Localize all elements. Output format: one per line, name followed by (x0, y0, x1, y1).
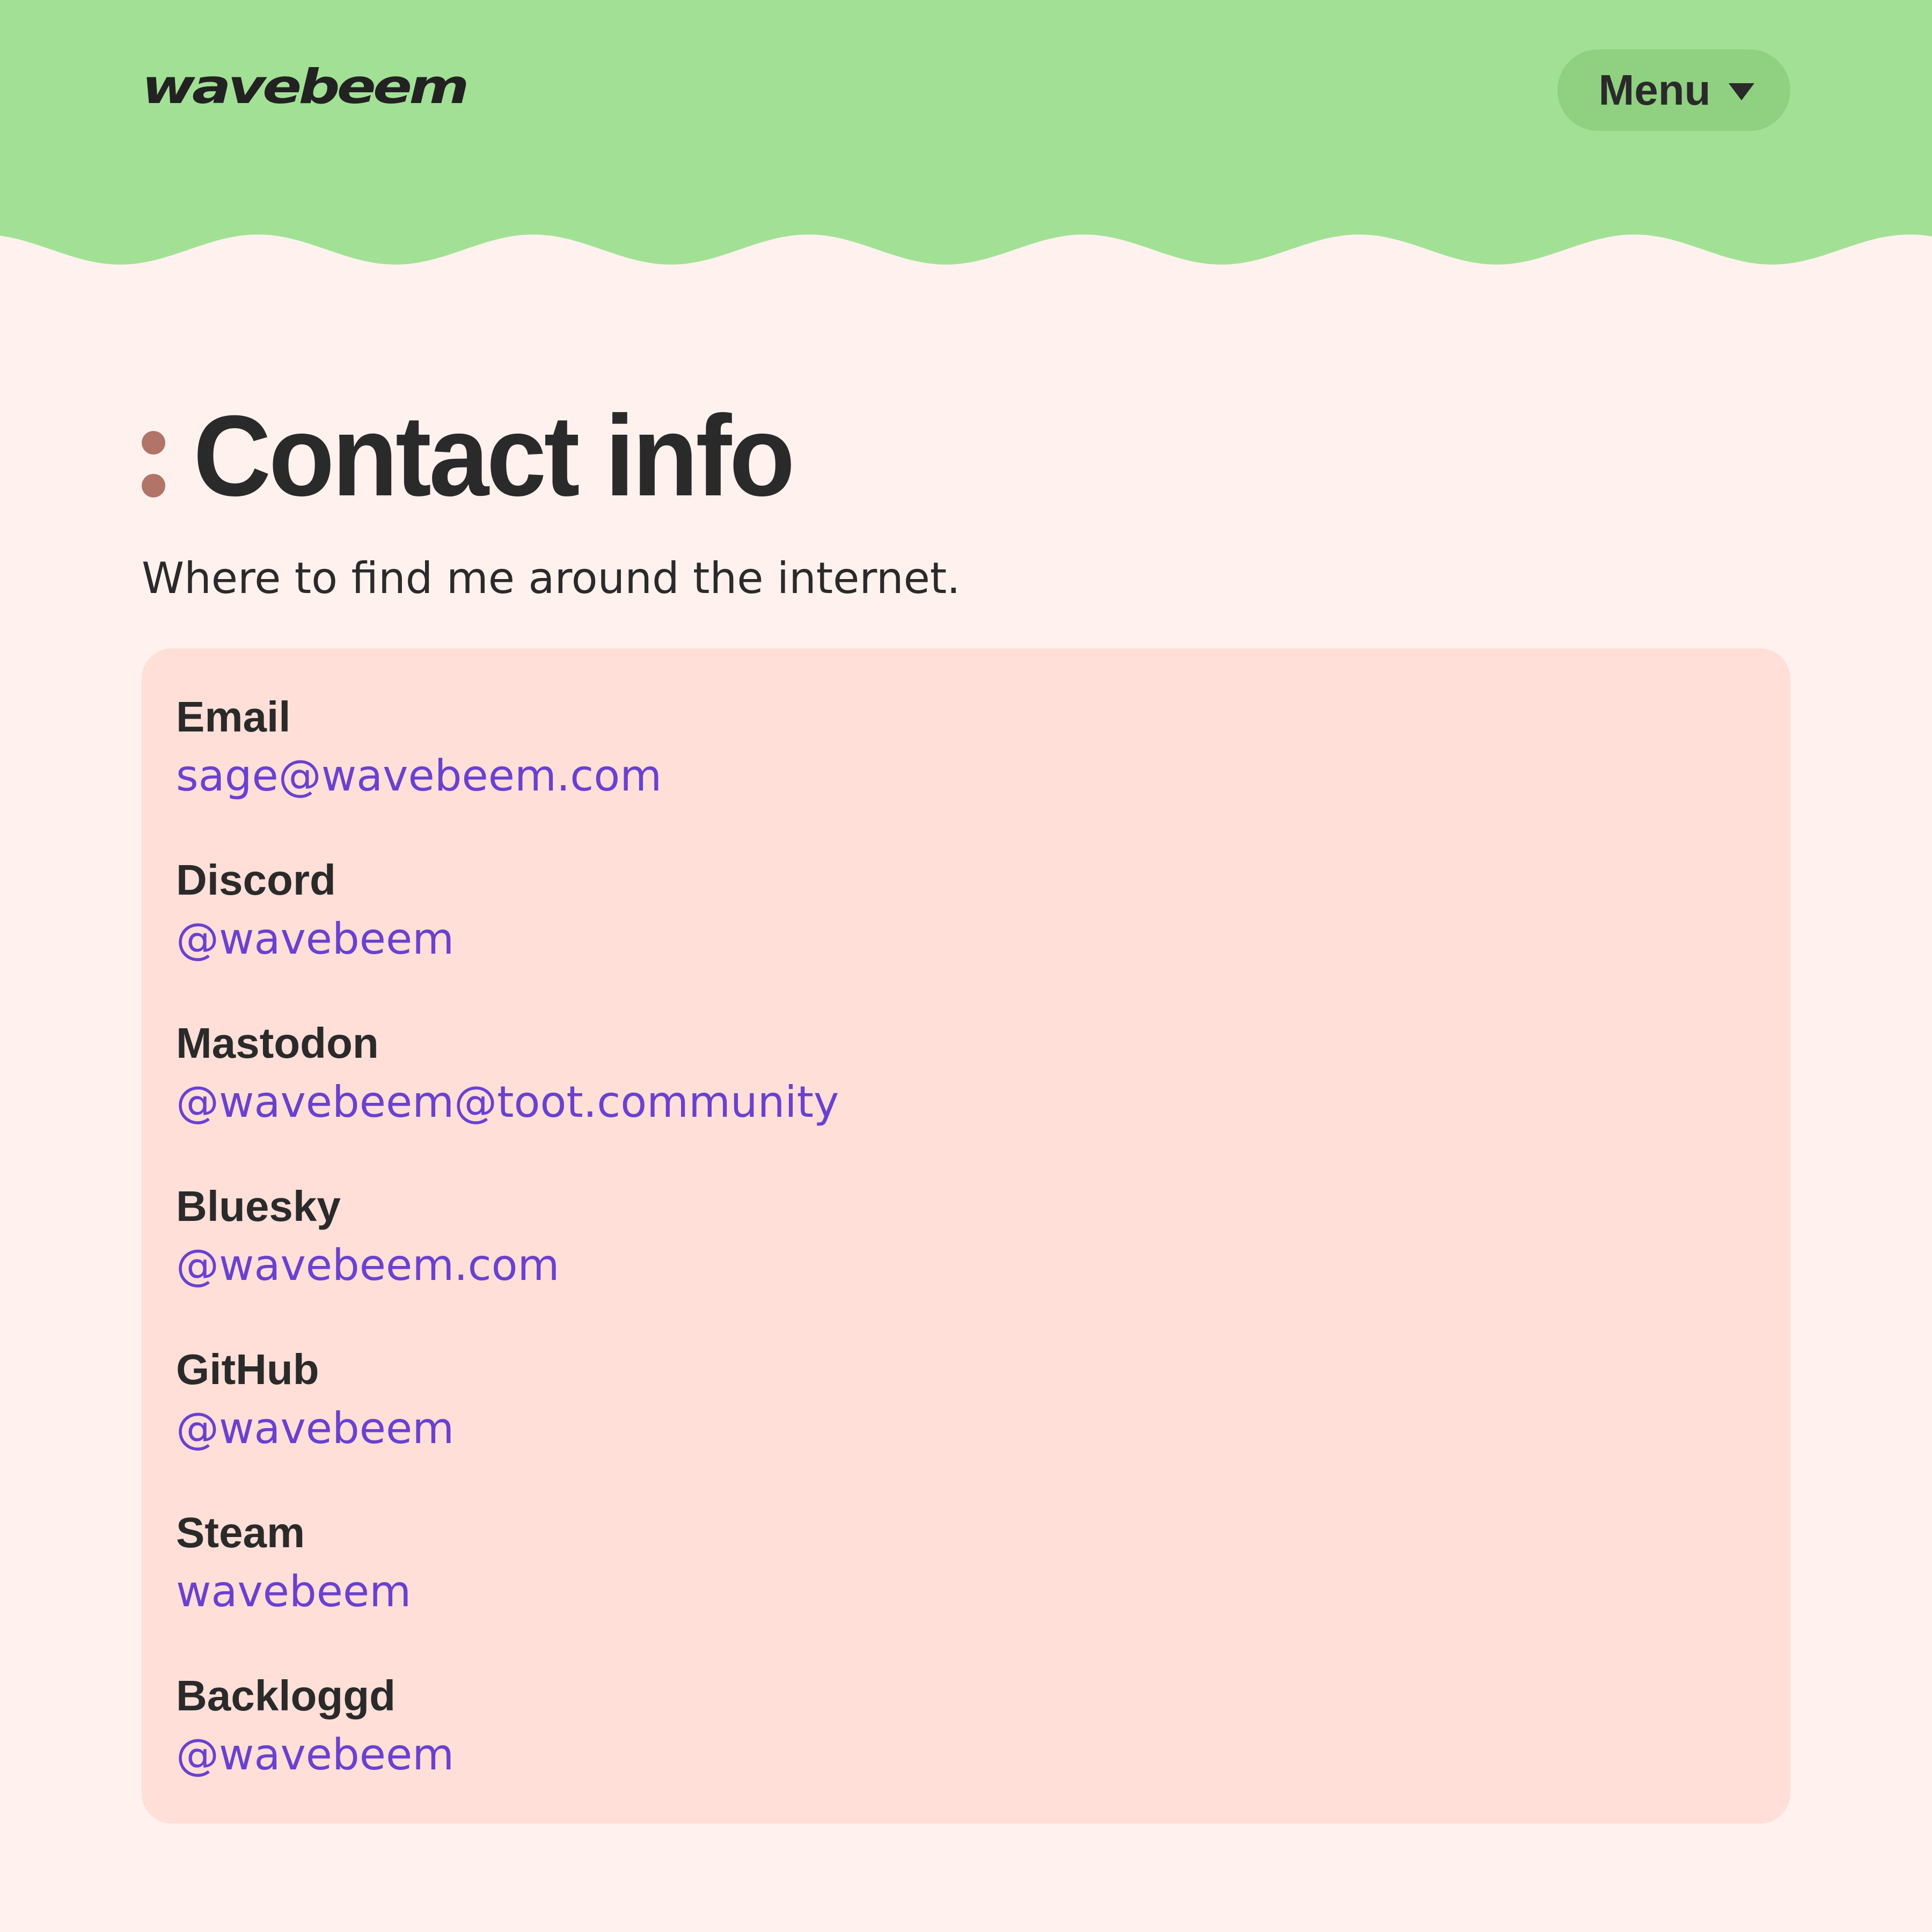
site-header: wavebeem Menu (0, 0, 1932, 268)
contact-label: GitHub (176, 1345, 319, 1393)
contact-label: Backloggd (176, 1672, 396, 1719)
contact-card: Email sage@wavebeem.com Discord @wavebee… (142, 648, 1790, 1824)
page-subtitle: Where to find me around the internet. (142, 553, 961, 603)
contact-label: Mastodon (176, 1019, 379, 1067)
contact-label: Steam (176, 1509, 305, 1556)
contact-link-steam[interactable]: wavebeem (176, 1561, 411, 1623)
contact-label: Discord (176, 856, 336, 904)
contact-link-discord[interactable]: @wavebeem (176, 908, 454, 970)
contact-item-steam: Steam wavebeem (176, 1505, 1756, 1668)
menu-button[interactable]: Menu (1557, 49, 1790, 131)
page-title: Contact info (193, 392, 795, 520)
contact-item-backloggd: Backloggd @wavebeem (176, 1668, 1756, 1831)
colon-icon (142, 431, 165, 497)
contact-item-bluesky: Bluesky @wavebeem.com (176, 1179, 1756, 1342)
site-logo[interactable]: wavebeem (142, 63, 470, 111)
contact-link-email[interactable]: sage@wavebeem.com (176, 745, 662, 807)
contact-link-bluesky[interactable]: @wavebeem.com (176, 1234, 559, 1297)
contact-link-mastodon[interactable]: @wavebeem@toot.community (176, 1071, 839, 1133)
contact-link-github[interactable]: @wavebeem (176, 1397, 454, 1460)
contact-item-github: GitHub @wavebeem (176, 1342, 1756, 1505)
contact-label: Email (176, 693, 291, 741)
contact-item-mastodon: Mastodon @wavebeem@toot.community (176, 1015, 1756, 1179)
caret-down-icon (1729, 83, 1755, 100)
contact-link-backloggd[interactable]: @wavebeem (176, 1724, 454, 1786)
menu-button-label: Menu (1598, 66, 1711, 114)
contact-label: Bluesky (176, 1182, 341, 1230)
header-wave-background (0, 0, 1932, 265)
contact-item-discord: Discord @wavebeem (176, 852, 1756, 1015)
contact-item-email: Email sage@wavebeem.com (176, 689, 1756, 852)
page-title-row: Contact info (142, 397, 831, 515)
